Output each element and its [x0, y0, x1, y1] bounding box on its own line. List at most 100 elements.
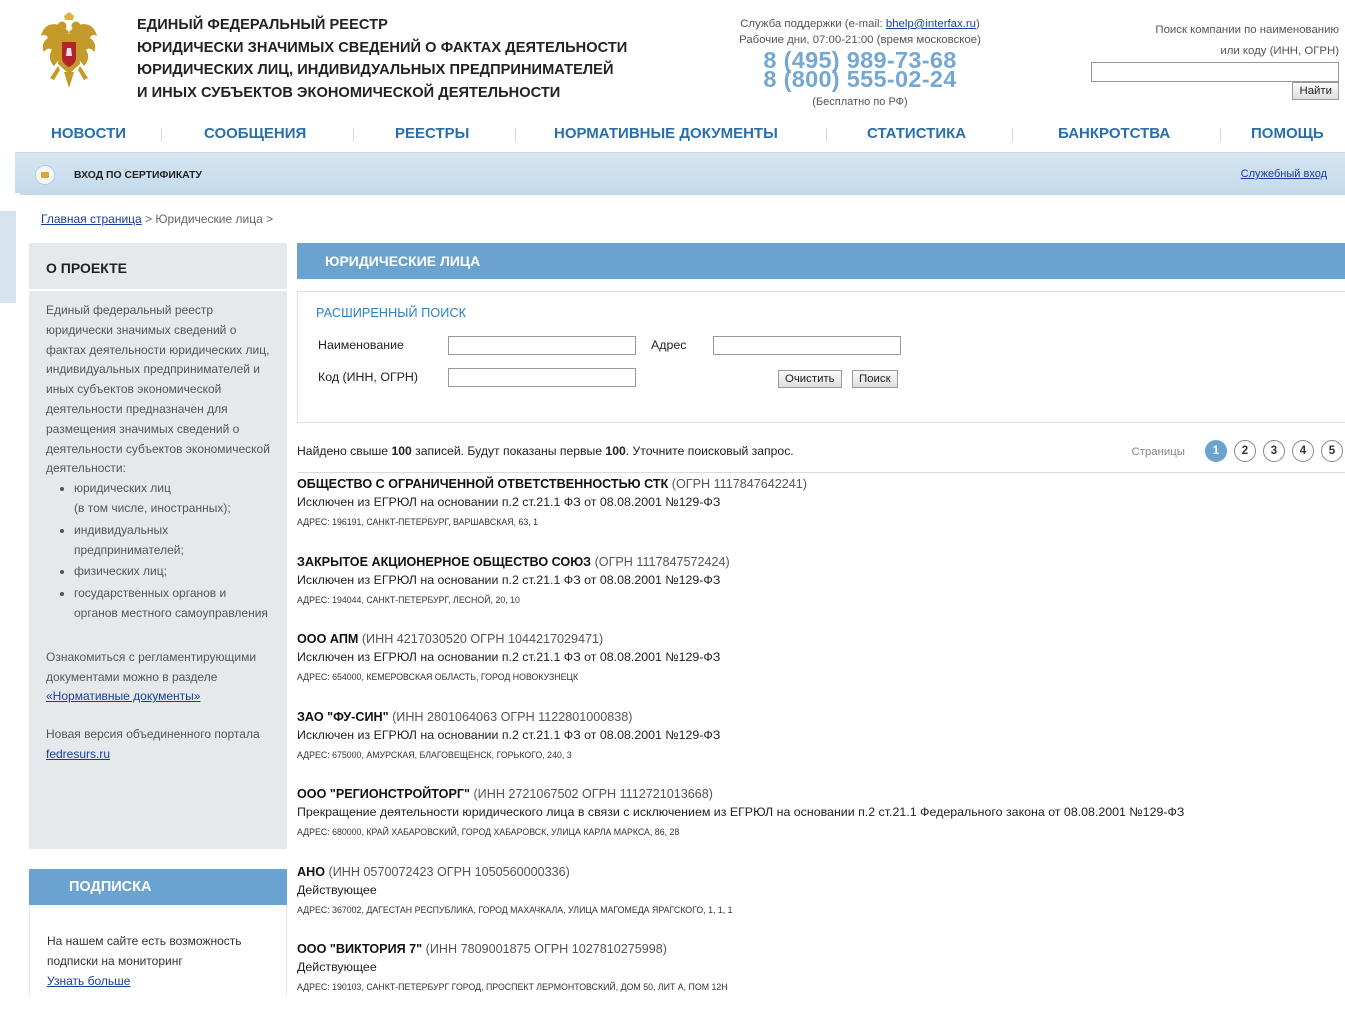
pagination-label: Страницы	[1131, 446, 1185, 458]
result-address: Адрес: 654000, КЕМЕРОВСКАЯ ОБЛАСТЬ, ГОРО…	[297, 672, 579, 682]
address-label: Адрес	[651, 338, 687, 352]
certificate-bar: ВХОД ПО СЕРТИФИКАТУ Служебный вход	[15, 153, 1345, 195]
about-list: юридических лиц (в том числе, иностранных…	[46, 479, 270, 624]
advanced-search-title: РАСШИРЕННЫЙ ПОИСК	[316, 306, 467, 320]
result-codes: (ОГРН 1117847642241)	[668, 477, 807, 491]
page-button-3[interactable]: 3	[1263, 440, 1285, 462]
nav-divider	[1012, 128, 1013, 142]
nav-item-registries[interactable]: РЕЕСТРЫ	[395, 125, 469, 142]
results-list: ОБЩЕСТВО С ОГРАНИЧЕННОЙ ОТВЕТСТВЕННОСТЬЮ…	[297, 476, 1337, 1019]
result-status: Исключен из ЕГРЮЛ на основании п.2 ст.21…	[297, 650, 721, 664]
page-button-4[interactable]: 4	[1292, 440, 1314, 462]
nav-item-help[interactable]: ПОМОЩЬ	[1251, 125, 1324, 142]
result-item: ООО "РЕГИОНСТРОЙТОРГ" (ИНН 2721067502 ОГ…	[297, 786, 1337, 864]
result-status: Прекращение деятельности юридического ли…	[297, 805, 1185, 819]
code-input[interactable]	[448, 368, 636, 387]
support-block: Служба поддержки (e-mail: bhelp@interfax…	[700, 16, 1020, 110]
name-input[interactable]	[448, 336, 636, 355]
subscription-learn-more-link[interactable]: Узнать больше	[47, 974, 130, 988]
lock-icon[interactable]	[35, 165, 55, 185]
nav-item-statistics[interactable]: СТАТИСТИКА	[867, 125, 966, 142]
breadcrumb: Главная страница > Юридические лица >	[41, 212, 273, 226]
results-summary: Найдено свыше 100 записей. Будут показан…	[297, 444, 794, 458]
result-company-name[interactable]: АНО	[297, 865, 325, 879]
about-new-version-note: Новая версия объединенного портала fedre…	[46, 725, 270, 765]
page-button-5[interactable]: 5	[1321, 440, 1343, 462]
nav-divider	[1220, 128, 1221, 142]
company-search-label: или коду (ИНН, ОГРН)	[1220, 45, 1339, 57]
nav-divider	[515, 128, 516, 142]
page-edge-decoration	[0, 193, 20, 211]
result-status: Исключен из ЕГРЮЛ на основании п.2 ст.21…	[297, 495, 721, 509]
about-intro: Единый федеральный реестр юридически зна…	[46, 303, 270, 476]
support-free-note: (Бесплатно по РФ)	[812, 96, 908, 108]
address-input[interactable]	[713, 336, 901, 355]
result-company-name[interactable]: ОБЩЕСТВО С ОГРАНИЧЕННОЙ ОТВЕТСТВЕННОСТЬЮ…	[297, 477, 668, 491]
about-list-item-text: (в том числе, иностранных);	[74, 500, 231, 515]
about-docs-text: Ознакомиться с регламентирующими докумен…	[46, 649, 257, 684]
regulatory-documents-link[interactable]: «Нормативные документы»	[46, 689, 200, 703]
result-codes: (ИНН 0570072423 ОГРН 1050560000336)	[325, 864, 570, 879]
nav-item-regulatory-documents[interactable]: НОРМАТИВНЫЕ ДОКУМЕНТЫ	[554, 125, 778, 142]
subscription-text: На нашем сайте есть возможность подписки…	[47, 934, 242, 968]
clear-button[interactable]: Очистить	[778, 370, 842, 388]
result-item: ООО АПМ (ИНН 4217030520 ОГРН 10442170294…	[297, 631, 1337, 709]
search-button[interactable]: Поиск	[852, 370, 898, 388]
service-login-link[interactable]: Служебный вход	[1241, 168, 1327, 180]
result-company-name[interactable]: ООО "ВИКТОРИЯ 7"	[297, 942, 422, 956]
result-item: ЗАО "ФУ-СИН" (ИНН 2801064063 ОГРН 112280…	[297, 709, 1337, 787]
result-address: Адрес: 196191, САНКТ-ПЕТЕРБУРГ, ВАРШАВСК…	[297, 517, 539, 527]
breadcrumb-home-link[interactable]: Главная страница	[41, 212, 142, 226]
about-list-item-text: физических лиц;	[74, 564, 167, 579]
company-search-button[interactable]: Найти	[1292, 82, 1339, 100]
support-email-link[interactable]: bhelp@interfax.ru	[886, 18, 976, 30]
result-codes: (ИНН 7809001875 ОГРН 1027810275998)	[422, 942, 667, 956]
main-nav: НОВОСТИ СООБЩЕНИЯ РЕЕСТРЫ НОРМАТИВНЫЕ ДО…	[15, 120, 1345, 153]
coat-of-arms-icon[interactable]	[38, 12, 100, 94]
about-list-item-text: предпринимателей;	[74, 542, 184, 557]
result-item: ЗАКРЫТОЕ АКЦИОНЕРНОЕ ОБЩЕСТВО СОЮЗ (ОГРН…	[297, 554, 1337, 632]
certificate-login-link[interactable]: ВХОД ПО СЕРТИФИКАТУ	[74, 170, 202, 181]
result-address: Адрес: 680000, КРАЙ ХАБАРОВСКИЙ, ГОРОД Х…	[297, 827, 680, 837]
result-address: Адрес: 675000, АМУРСКАЯ, БЛАГОВЕЩЕНСК, Г…	[297, 749, 572, 760]
subscription-title: ПОДПИСКА	[29, 869, 287, 905]
result-company-name[interactable]: ООО "РЕГИОНСТРОЙТОРГ"	[297, 787, 470, 801]
breadcrumb-separator: >	[141, 212, 156, 226]
support-phone-free: 8 (800) 555-02-24	[763, 66, 957, 92]
nav-item-news[interactable]: НОВОСТИ	[51, 125, 126, 142]
about-list-item: физических лиц;	[74, 562, 270, 582]
about-docs-note: Ознакомиться с регламентирующими докумен…	[46, 648, 270, 707]
result-address: Адрес: 194044, САНКТ-ПЕТЕРБУРГ, ЛЕСНОЙ, …	[297, 594, 520, 605]
nav-divider	[161, 128, 162, 142]
registry-title-line: И ИНЫХ СУБЪЕКТОВ ЭКОНОМИЧЕСКОЙ ДЕЯТЕЛЬНО…	[137, 84, 561, 101]
company-search-input[interactable]	[1091, 62, 1339, 82]
result-title: ООО "ВИКТОРИЯ 7" (ИНН 7809001875 ОГРН 10…	[297, 941, 1337, 958]
result-codes: (ИНН 2801064063 ОГРН 1122801000838)	[388, 709, 633, 724]
result-title: ООО "РЕГИОНСТРОЙТОРГ" (ИНН 2721067502 ОГ…	[297, 786, 1337, 803]
page-button-1[interactable]: 1	[1205, 440, 1227, 462]
nav-item-messages[interactable]: СООБЩЕНИЯ	[204, 125, 306, 142]
pagination: Страницы 1 2 3 4 5	[1123, 440, 1343, 464]
result-company-name[interactable]: ООО АПМ	[297, 632, 358, 646]
results-shown-count: 100	[605, 444, 626, 458]
nav-item-bankruptcy[interactable]: БАНКРОТСТВА	[1058, 125, 1170, 142]
result-title: ЗАО "ФУ-СИН" (ИНН 2801064063 ОГРН 112280…	[297, 709, 1337, 726]
about-list-item: индивидуальных предпринимателей;	[74, 521, 270, 561]
registry-title-line: ЕДИНЫЙ ФЕДЕРАЛЬНЫЙ РЕЕСТР	[137, 17, 388, 33]
result-company-name[interactable]: ЗАО "ФУ-СИН"	[297, 710, 389, 724]
result-status: Действующее	[297, 882, 377, 897]
page-button-2[interactable]: 2	[1234, 440, 1256, 462]
result-codes: (ИНН 4217030520 ОГРН 1044217029471)	[358, 632, 604, 646]
support-label-end: )	[975, 18, 980, 30]
result-address: Адрес: 367002, ДАГЕСТАН РЕСПУБЛИКА, ГОРО…	[297, 904, 733, 915]
result-item: АНО (ИНН 0570072423 ОГРН 1050560000336) …	[297, 864, 1337, 942]
result-company-name[interactable]: ЗАКРЫТОЕ АКЦИОНЕРНОЕ ОБЩЕСТВО СОЮЗ	[297, 555, 591, 569]
name-label: Наименование	[318, 338, 404, 352]
support-label: Служба поддержки (e-mail:	[740, 18, 886, 30]
fedresurs-link[interactable]: fedresurs.ru	[46, 747, 110, 761]
site-header: ЕДИНЫЙ ФЕДЕРАЛЬНЫЙ РЕЕСТР ЮРИДИЧЕСКИ ЗНА…	[0, 0, 1345, 120]
results-summary-text: . Уточните поисковый запрос.	[625, 444, 794, 458]
section-title: ЮРИДИЧЕСКИЕ ЛИЦА	[297, 243, 1345, 279]
support-hours: Рабочие дни, 07:00-21:00 (время московск…	[739, 34, 981, 46]
result-title: ЗАКРЫТОЕ АКЦИОНЕРНОЕ ОБЩЕСТВО СОЮЗ (ОГРН…	[297, 554, 1337, 571]
